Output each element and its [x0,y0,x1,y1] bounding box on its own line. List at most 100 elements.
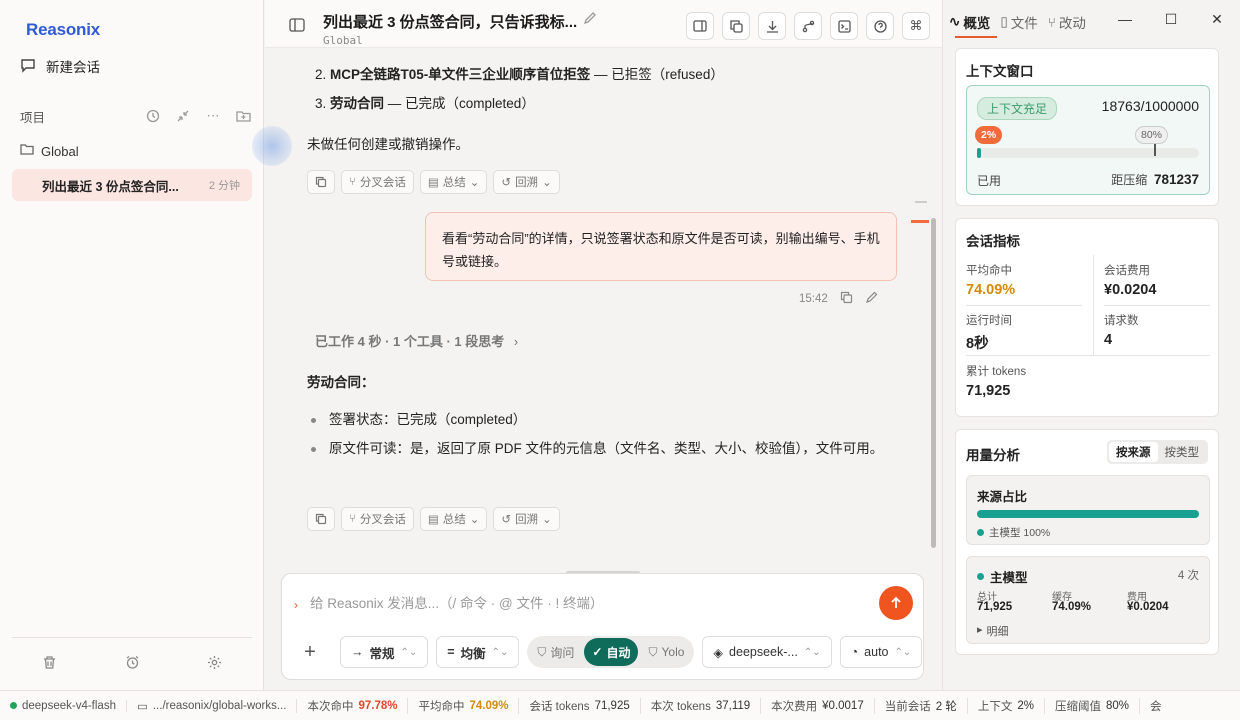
gauge-icon: ◔ [850,645,859,659]
tab-label: 文件 [1010,16,1038,31]
seg-by-type[interactable]: 按类型 [1158,442,1207,462]
collapse-icon[interactable] [174,107,192,125]
list-item-title: MCP全链路T05-单文件三企业顺序首位拒签 [330,67,591,82]
panel-toggle-button[interactable] [686,12,714,40]
threshold-marker [1154,144,1156,156]
maximize-icon[interactable]: ☐ [1148,0,1194,38]
status-value: 80% [1105,699,1129,712]
rewind-button[interactable]: ↺ 回溯 ⌄ [493,170,560,194]
fork-button[interactable]: ⑂ 分叉会话 [341,170,414,194]
scrollbar[interactable] [931,218,936,548]
used-label: 已用 [977,174,1002,188]
trash-icon[interactable] [42,655,57,670]
sidebar-toggle-icon[interactable] [289,18,305,35]
list-item-status: — 已完成（completed） [384,96,535,111]
status-model[interactable]: deepseek-v4-flash [0,699,127,712]
status-overflow: 会 [1149,700,1162,713]
shield-icon: ⛉ [537,644,547,659]
metric-label: 平均命中 [966,265,1012,277]
style-select[interactable]: → 常规 ⌃⌄ [340,636,429,668]
summary-button[interactable]: ▤ 总结 ⌄ [419,507,488,531]
summary-button[interactable]: ▤ 总结 ⌄ [419,170,488,194]
tab-overview[interactable]: ∿ 概览 [949,12,990,32]
message-input[interactable]: 给 Reasonix 发消息...（/ 命令 · @ 文件 · ! 终端） [310,592,604,612]
status-label: 当前会话 [884,700,931,713]
edit-title-icon[interactable] [583,11,597,28]
settings-icon[interactable] [207,655,222,670]
list-item: 2. MCP全链路T05-单文件三企业顺序首位拒签 — 已拒签（refused） [315,63,724,83]
context-status-badge: 上下文充足 [977,97,1058,120]
updown-icon: ⌃⌄ [894,646,912,658]
help-button[interactable] [866,12,894,40]
command-button[interactable]: ⌘ [902,12,930,40]
projects-header: 项目 ⋯ [20,106,252,126]
status-turn-cost: 本次费用 ¥0.0017 [761,697,875,714]
folder-label: Global [41,143,79,159]
list-item: 3. 劳动合同 — 已完成（completed） [315,92,535,112]
status-value: 97.78% [358,699,398,712]
chat-header: 列出最近 3 份点签合同，只告诉我标... Global ⌘ [265,0,942,48]
usage-percent-badge: 2% [975,126,1003,144]
more-icon[interactable]: ⋯ [204,107,222,125]
list-item: 签署状态：已完成（completed） [311,407,891,433]
panel-tabs: ∿ 概览 ▯ 文件 ⑂ 改动 [949,12,1086,32]
minimize-icon[interactable]: — [1102,0,1148,38]
metrics-divider [1104,305,1210,306]
status-label: 上下文 [977,700,1013,713]
status-label: 本次费用 [771,700,818,713]
arrow-right-icon: → [351,645,364,659]
main-model-card: 主模型 4 次 总计 71,925 缓存 74.09% 费用 ¥0.0204 ▸… [966,556,1210,644]
work-summary[interactable]: 已工作 4 秒 · 1 个工具 · 1 段思考 › [315,331,518,350]
terminal-button[interactable] [830,12,858,40]
download-button[interactable] [758,12,786,40]
balance-label: 均衡 [460,646,486,661]
fork-icon: ⑂ [349,513,356,525]
model-select[interactable]: ◈ deepseek-... ⌃⌄ [702,636,832,668]
prompt-chevron-icon: › [294,598,298,612]
copy-button[interactable] [722,12,750,40]
status-label: 本次 tokens [650,700,711,713]
source-bar [977,510,1199,518]
seg-by-source[interactable]: 按来源 [1109,442,1158,462]
answer-title: 劳动合同： [307,375,375,390]
rewind-button[interactable]: ↺ 回溯 ⌄ [493,507,560,531]
copy-icon[interactable] [840,291,853,307]
model-header: 主模型 [977,567,1028,586]
chevron-down-icon: ⌄ [542,514,552,526]
tab-changes[interactable]: ⑂ 改动 [1048,12,1086,32]
chat-list-item[interactable]: 列出最近 3 份点签合同... 2 分钟 [12,169,252,201]
mode-label: 询问 [550,645,575,660]
attach-button[interactable]: + [296,638,324,666]
close-icon[interactable]: ✕ [1194,0,1240,38]
send-button[interactable] [879,586,913,620]
new-chat-button[interactable]: 新建会话 [20,56,100,76]
col-value: 71,925 [977,601,1013,613]
history-icon[interactable] [144,107,162,125]
edit-message-icon[interactable] [865,291,878,307]
list-item-title: 劳动合同 [330,96,385,111]
mode-ask[interactable]: ⛉ 询问 [529,638,582,666]
branch-button[interactable] [794,12,822,40]
new-folder-icon[interactable] [234,107,252,125]
mode-auto[interactable]: ✓ 自动 [584,638,639,666]
new-chat-label: 新建会话 [46,60,100,75]
fork-button[interactable]: ⑂ 分叉会话 [341,507,414,531]
copy-message-button[interactable] [307,170,335,194]
alarm-icon[interactable] [125,655,140,670]
legend-dot [977,529,984,536]
chat-bubble-icon [20,57,36,76]
status-path[interactable]: ▭ .../reasonix/global-works... [127,698,298,713]
balance-select[interactable]: = 均衡 ⌃⌄ [436,636,520,668]
tab-files[interactable]: ▯ 文件 [1000,12,1037,32]
effort-select[interactable]: ◔ auto ⌃⌄ [839,636,923,668]
list-number: 3. [315,96,327,111]
chat-scroll-area[interactable]: 2. MCP全链路T05-单文件三企业顺序首位拒签 — 已拒签（refused）… [265,48,942,570]
details-toggle[interactable]: ▸ 明细 [977,623,1009,639]
folder-global[interactable]: Global [20,143,79,159]
mode-yolo[interactable]: ⛉ Yolo [640,638,692,666]
metric-value: 71,925 [966,383,1011,399]
status-context: 上下文 2% [968,697,1045,714]
model-title: 主模型 [990,571,1028,585]
usage-segmented: 按来源 按类型 [1107,440,1208,464]
copy-message-button[interactable] [307,507,335,531]
